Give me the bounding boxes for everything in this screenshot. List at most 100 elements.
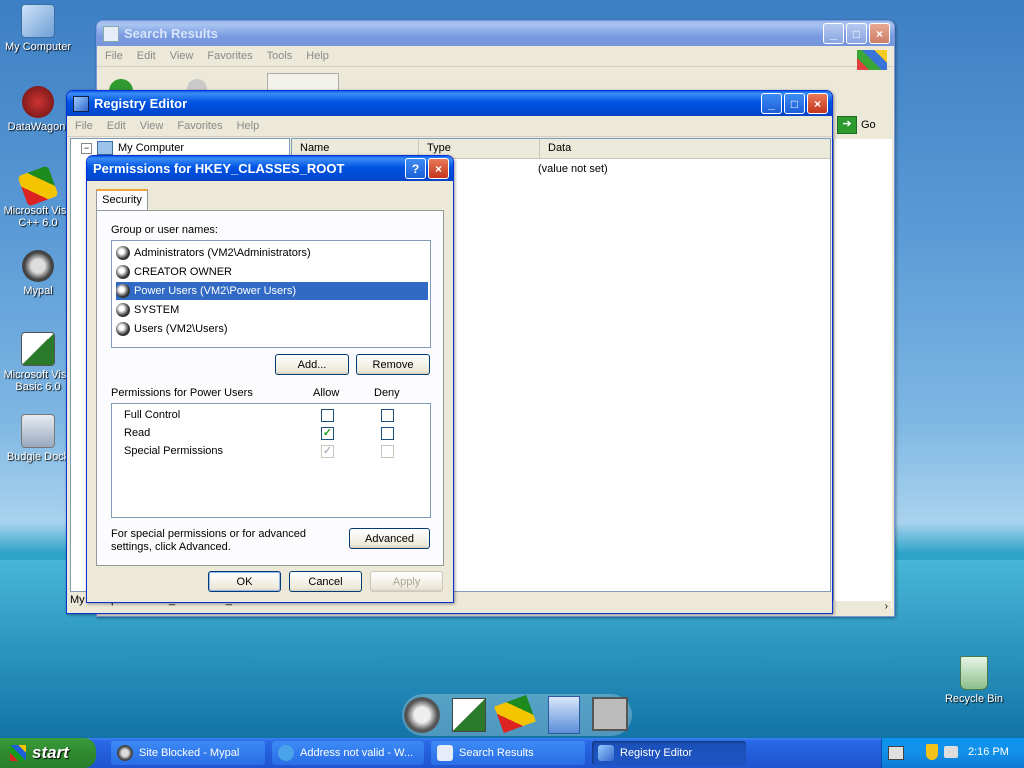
menu-help[interactable]: Help bbox=[306, 50, 329, 62]
desktop-icon-label: Microsoft Visu C++ 6.0 bbox=[3, 205, 73, 229]
menu-tools[interactable]: Tools bbox=[267, 50, 293, 62]
deny-read-checkbox[interactable] bbox=[381, 427, 394, 440]
minimize-button[interactable]: _ bbox=[761, 93, 782, 114]
add-button[interactable]: Add... bbox=[275, 354, 349, 375]
allow-read-checkbox[interactable]: ✓ bbox=[321, 427, 334, 440]
user-list[interactable]: Administrators (VM2\Administrators) CREA… bbox=[111, 240, 431, 348]
maximize-button[interactable]: □ bbox=[784, 93, 805, 114]
tree-node-label: My Computer bbox=[118, 142, 185, 154]
window-title: Search Results bbox=[124, 26, 218, 41]
user-list-item[interactable]: CREATOR OWNER bbox=[116, 263, 426, 281]
dock-vb6-icon[interactable] bbox=[452, 698, 486, 732]
collapse-icon[interactable]: − bbox=[81, 142, 92, 154]
close-button[interactable]: × bbox=[428, 158, 449, 179]
desktop-icon-my-computer[interactable]: My Computer bbox=[0, 4, 76, 53]
allow-full-control-checkbox[interactable] bbox=[321, 409, 334, 422]
close-button[interactable]: × bbox=[807, 93, 828, 114]
apply-button: Apply bbox=[370, 571, 443, 592]
menu-file[interactable]: File bbox=[75, 120, 93, 132]
taskbar: start Site Blocked - Mypal Address not v… bbox=[0, 738, 1024, 768]
allow-header: Allow bbox=[313, 387, 340, 399]
desktop-icon-mypal[interactable]: Mypal bbox=[0, 250, 76, 297]
speaker-icon[interactable] bbox=[944, 746, 958, 758]
user-list-item[interactable]: Users (VM2\Users) bbox=[116, 320, 426, 338]
go-button[interactable]: ➔ Go bbox=[837, 115, 889, 135]
minimize-button[interactable]: _ bbox=[823, 23, 844, 44]
task-ie[interactable]: Address not valid - W... bbox=[272, 741, 424, 765]
user-list-item[interactable]: Administrators (VM2\Administrators) bbox=[116, 244, 426, 262]
dock-vc6-icon[interactable] bbox=[494, 695, 536, 733]
dock-monitor-icon[interactable] bbox=[592, 697, 628, 731]
security-shield-icon[interactable] bbox=[926, 744, 938, 760]
windows-flag-icon bbox=[10, 745, 26, 761]
remove-button[interactable]: Remove bbox=[356, 354, 430, 375]
desktop-icon-vc6[interactable]: Microsoft Visu C++ 6.0 bbox=[0, 165, 76, 229]
computer-icon bbox=[21, 4, 55, 38]
desktop-icon-label: Budgie Dock bbox=[6, 451, 70, 463]
permissions-dialog[interactable]: Permissions for HKEY_CLASSES_ROOT ? × Se… bbox=[86, 155, 454, 603]
ok-button[interactable]: OK bbox=[208, 571, 281, 592]
dialog-titlebar[interactable]: Permissions for HKEY_CLASSES_ROOT ? × bbox=[87, 156, 453, 181]
user-list-item-selected[interactable]: Power Users (VM2\Power Users) bbox=[116, 282, 428, 300]
user-name: CREATOR OWNER bbox=[134, 266, 232, 278]
dock-notepad-icon[interactable] bbox=[548, 696, 580, 734]
desktop-icon-recycle-bin[interactable]: Recycle Bin bbox=[936, 656, 1012, 705]
cancel-button[interactable]: Cancel bbox=[289, 571, 362, 592]
mypal-raccoon-icon bbox=[22, 250, 54, 282]
menu-edit[interactable]: Edit bbox=[137, 50, 156, 62]
tab-security[interactable]: Security bbox=[96, 189, 148, 210]
user-group-icon bbox=[116, 322, 130, 336]
desktop-icon-vb6[interactable]: Microsoft Visu Basic 6.0 bbox=[0, 332, 76, 393]
regedit-icon bbox=[598, 745, 614, 761]
user-name: SYSTEM bbox=[134, 304, 180, 316]
tree-node-my-computer[interactable]: − My Computer bbox=[81, 141, 184, 155]
dialog-title: Permissions for HKEY_CLASSES_ROOT bbox=[93, 161, 345, 176]
task-mypal[interactable]: Site Blocked - Mypal bbox=[111, 741, 265, 765]
column-header-data[interactable]: Data bbox=[540, 139, 830, 158]
system-tray: 2:16 PM bbox=[881, 738, 1024, 768]
deny-full-control-checkbox[interactable] bbox=[381, 409, 394, 422]
recycle-bin-icon bbox=[960, 656, 988, 690]
window-title: Registry Editor bbox=[94, 96, 188, 111]
task-label: Site Blocked - Mypal bbox=[139, 747, 240, 759]
mypal-icon bbox=[117, 745, 133, 761]
desktop-icon-label: Microsoft Visu Basic 6.0 bbox=[3, 369, 73, 393]
desktop-icon-budgie[interactable]: Budgie Dock bbox=[0, 414, 76, 463]
dock-mypal-icon[interactable] bbox=[404, 697, 440, 733]
menu-view[interactable]: View bbox=[170, 50, 194, 62]
menu-help[interactable]: Help bbox=[237, 120, 260, 132]
task-registry-editor[interactable]: Registry Editor bbox=[592, 741, 746, 765]
start-button[interactable]: start bbox=[0, 738, 96, 768]
menu-view[interactable]: View bbox=[140, 120, 164, 132]
desktop-icon-datawagon[interactable]: DataWagon. bbox=[0, 86, 76, 133]
help-button[interactable]: ? bbox=[405, 158, 426, 179]
visual-studio-icon bbox=[17, 165, 59, 207]
computer-icon bbox=[97, 141, 113, 155]
search-results-titlebar[interactable]: Search Results _ □ × bbox=[97, 21, 894, 46]
menu-favorites[interactable]: Favorites bbox=[177, 120, 222, 132]
keyboard-icon[interactable] bbox=[888, 746, 904, 760]
visual-basic-icon bbox=[21, 332, 55, 366]
registry-titlebar[interactable]: Registry Editor _ □ × bbox=[67, 91, 832, 116]
menu-favorites[interactable]: Favorites bbox=[207, 50, 252, 62]
registry-menubar: File Edit View Favorites Help bbox=[67, 116, 832, 137]
horizontal-scrollbar[interactable]: › bbox=[833, 601, 891, 615]
task-label: Address not valid - W... bbox=[300, 747, 414, 759]
task-label: Registry Editor bbox=[620, 747, 693, 759]
go-label: Go bbox=[861, 119, 876, 131]
task-search-results[interactable]: Search Results bbox=[431, 741, 585, 765]
search-icon bbox=[437, 745, 453, 761]
user-group-icon bbox=[116, 303, 130, 317]
clock[interactable]: 2:16 PM bbox=[968, 746, 1009, 758]
user-list-item[interactable]: SYSTEM bbox=[116, 301, 426, 319]
start-label: start bbox=[32, 743, 69, 762]
permission-name: Special Permissions bbox=[124, 445, 224, 457]
ie-icon bbox=[278, 745, 294, 761]
scroll-right-icon[interactable]: › bbox=[885, 601, 888, 612]
menu-edit[interactable]: Edit bbox=[107, 120, 126, 132]
advanced-button[interactable]: Advanced bbox=[349, 528, 430, 549]
close-button[interactable]: × bbox=[869, 23, 890, 44]
maximize-button[interactable]: □ bbox=[846, 23, 867, 44]
search-results-pane bbox=[833, 139, 892, 609]
menu-file[interactable]: File bbox=[105, 50, 123, 62]
